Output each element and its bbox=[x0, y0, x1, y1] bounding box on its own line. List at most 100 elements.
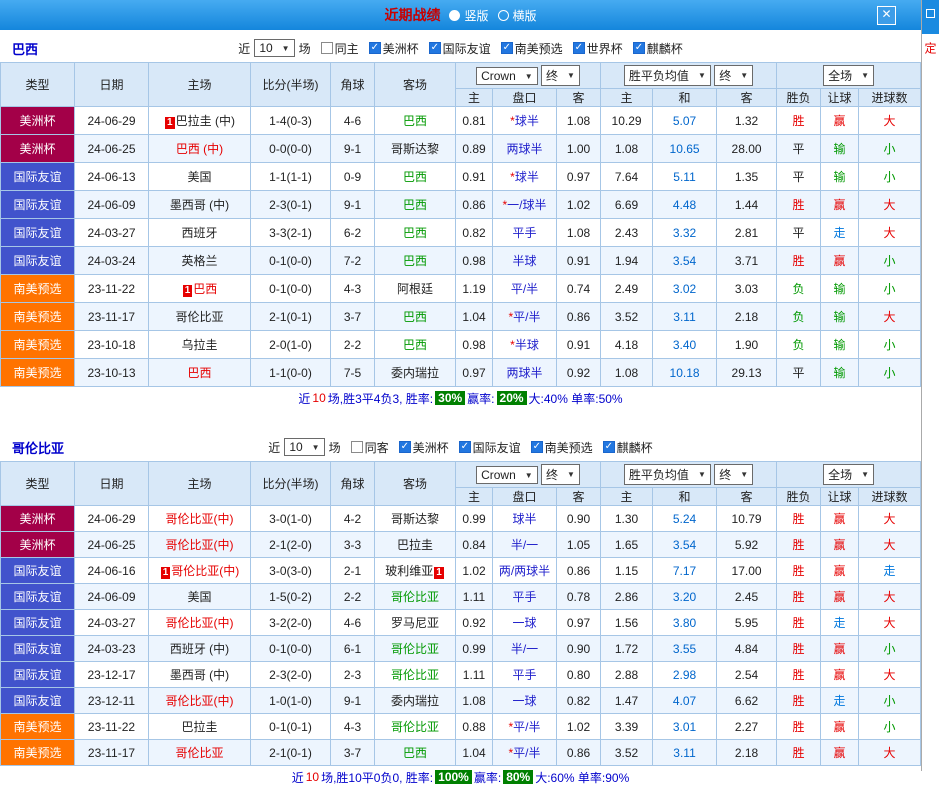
score: 1-1(0-0) bbox=[250, 358, 331, 387]
wdl-text: 胜 bbox=[792, 512, 805, 526]
competition-filter[interactable]: 麒麟杯 bbox=[632, 40, 683, 57]
handicap-result-text: 赢 bbox=[833, 590, 846, 604]
radio-icon[interactable] bbox=[497, 9, 509, 21]
section-header-brazil: 巴西 近 10 场 同主 美洲杯 国际友谊 南美预选 世界杯 麒麟杯 bbox=[0, 36, 921, 60]
competition-filter[interactable]: 国际友谊 bbox=[458, 439, 521, 456]
checkbox-icon[interactable] bbox=[368, 42, 381, 54]
match-count-select[interactable]: 10 bbox=[254, 39, 295, 57]
goals-ou: 大 bbox=[858, 661, 922, 688]
ou-text: 小 bbox=[883, 694, 896, 708]
corners: 7-2 bbox=[330, 246, 375, 275]
corners: 4-6 bbox=[330, 609, 375, 636]
col-euro-away: 客 bbox=[716, 88, 778, 107]
competition-filter[interactable]: 南美预选 bbox=[500, 40, 563, 57]
euro-home-odds: 4.18 bbox=[600, 330, 654, 359]
wdl-text: 平 bbox=[792, 366, 805, 380]
home-team-name: 巴西 bbox=[193, 282, 218, 296]
home-team-name: 墨西哥 (中) bbox=[169, 668, 230, 682]
view-option-horizontal[interactable]: 横版 bbox=[497, 7, 537, 24]
euro-home-odds: 2.88 bbox=[600, 661, 654, 688]
radio-icon[interactable] bbox=[449, 9, 461, 21]
handicap-text: 球半 bbox=[514, 114, 539, 128]
odds-stage-select[interactable]: 终 bbox=[541, 65, 580, 86]
europe-odds-select[interactable]: 胜平负均值 bbox=[623, 464, 711, 485]
away-team: 巴西 bbox=[374, 162, 456, 191]
corners: 3-7 bbox=[330, 302, 375, 331]
europe-stage-select[interactable]: 终 bbox=[714, 464, 754, 485]
match-type: 南美预选 bbox=[0, 274, 75, 303]
competition-filter[interactable]: 美洲杯 bbox=[398, 439, 449, 456]
europe-stage-select[interactable]: 终 bbox=[714, 65, 754, 86]
checkbox-icon[interactable] bbox=[530, 441, 543, 453]
checkbox-icon[interactable] bbox=[458, 441, 471, 453]
col-type: 类型 bbox=[0, 461, 75, 506]
bookmaker-select[interactable]: Crown bbox=[476, 466, 538, 484]
view-option-vertical[interactable]: 竖版 bbox=[449, 7, 489, 24]
asian-away-odds: 0.90 bbox=[555, 635, 602, 662]
checkbox-icon[interactable] bbox=[602, 441, 615, 453]
ou-text: 大 bbox=[883, 310, 896, 324]
col-corners: 角球 bbox=[330, 461, 375, 506]
goals-ou: 大 bbox=[858, 531, 922, 558]
scope-select[interactable]: 全场 bbox=[823, 65, 874, 86]
competition-filter[interactable]: 美洲杯 bbox=[368, 40, 419, 57]
euro-away-odds: 3.03 bbox=[716, 274, 778, 303]
checkbox-icon[interactable] bbox=[350, 441, 363, 453]
match-type: 国际友谊 bbox=[0, 609, 75, 636]
corners: 2-3 bbox=[330, 661, 375, 688]
scope-select[interactable]: 全场 bbox=[823, 464, 874, 485]
bookmaker-select[interactable]: Crown bbox=[476, 67, 538, 85]
competition-filter[interactable]: 国际友谊 bbox=[428, 40, 491, 57]
euro-away-odds: 2.18 bbox=[716, 739, 778, 766]
match-row: 南美预选 23-10-13 巴西 1-1(0-0) 7-5 委内瑞拉 0.97 … bbox=[0, 358, 922, 387]
goals-ou: 小 bbox=[858, 635, 922, 662]
handicap-text: 平手 bbox=[512, 668, 537, 682]
europe-odds-value: 胜平负均值 bbox=[628, 69, 689, 83]
handicap-result-text: 赢 bbox=[833, 512, 846, 526]
goals-ou: 小 bbox=[858, 246, 922, 275]
competition-filter[interactable]: 同客 bbox=[350, 439, 389, 456]
checkbox-icon[interactable] bbox=[320, 42, 333, 54]
asian-handicap: 平手 bbox=[492, 218, 557, 247]
asian-handicap: 两球半 bbox=[492, 358, 557, 387]
asian-home-odds: 0.97 bbox=[455, 358, 493, 387]
goals-ou: 小 bbox=[858, 162, 922, 191]
asian-away-odds: 1.05 bbox=[555, 531, 602, 558]
close-icon[interactable]: ✕ bbox=[877, 6, 896, 25]
competition-filter[interactable]: 麒麟杯 bbox=[602, 439, 653, 456]
asian-handicap: 平手 bbox=[492, 661, 557, 688]
asian-home-odds: 0.98 bbox=[455, 330, 493, 359]
match-row: 国际友谊 24-03-27 西班牙 3-3(2-1) 6-2 巴西 0.82 平… bbox=[0, 218, 922, 247]
score: 2-0(1-0) bbox=[250, 330, 331, 359]
checkbox-icon[interactable] bbox=[632, 42, 645, 54]
odds-stage-select[interactable]: 终 bbox=[541, 464, 580, 485]
euro-draw-odds: 4.48 bbox=[652, 190, 718, 219]
goals-ou: 大 bbox=[858, 609, 922, 636]
competition-filter[interactable]: 世界杯 bbox=[572, 40, 623, 57]
away-team-name: 巴西 bbox=[402, 746, 427, 760]
away-team-name: 巴西 bbox=[402, 338, 427, 352]
match-count-select[interactable]: 10 bbox=[284, 438, 325, 456]
col-euro-draw: 和 bbox=[652, 487, 718, 506]
asian-home-odds: 0.91 bbox=[455, 162, 493, 191]
handicap-result: 赢 bbox=[820, 190, 860, 219]
competition-filter[interactable]: 同主 bbox=[320, 40, 359, 57]
checkbox-icon[interactable] bbox=[398, 441, 411, 453]
match-row: 国际友谊 24-06-13 美国 1-1(1-1) 0-9 巴西 0.91 *球… bbox=[0, 162, 922, 191]
result-wdl: 平 bbox=[776, 134, 822, 163]
checkbox-icon[interactable] bbox=[500, 42, 513, 54]
checkbox-icon[interactable] bbox=[428, 42, 441, 54]
handicap-result-text: 输 bbox=[833, 366, 846, 380]
handicap-text: 两球半 bbox=[506, 142, 543, 156]
match-date: 23-11-17 bbox=[74, 739, 149, 766]
europe-odds-select[interactable]: 胜平负均值 bbox=[623, 65, 711, 86]
euro-home-odds: 1.08 bbox=[600, 134, 654, 163]
checkbox-icon[interactable] bbox=[572, 42, 585, 54]
handicap-result-text: 赢 bbox=[833, 668, 846, 682]
euro-home-odds: 7.64 bbox=[600, 162, 654, 191]
handicap-result-text: 赢 bbox=[833, 720, 846, 734]
handicap-result: 输 bbox=[820, 134, 860, 163]
asian-away-odds: 0.91 bbox=[555, 246, 602, 275]
checkbox-label: 南美预选 bbox=[514, 41, 563, 56]
competition-filter[interactable]: 南美预选 bbox=[530, 439, 593, 456]
